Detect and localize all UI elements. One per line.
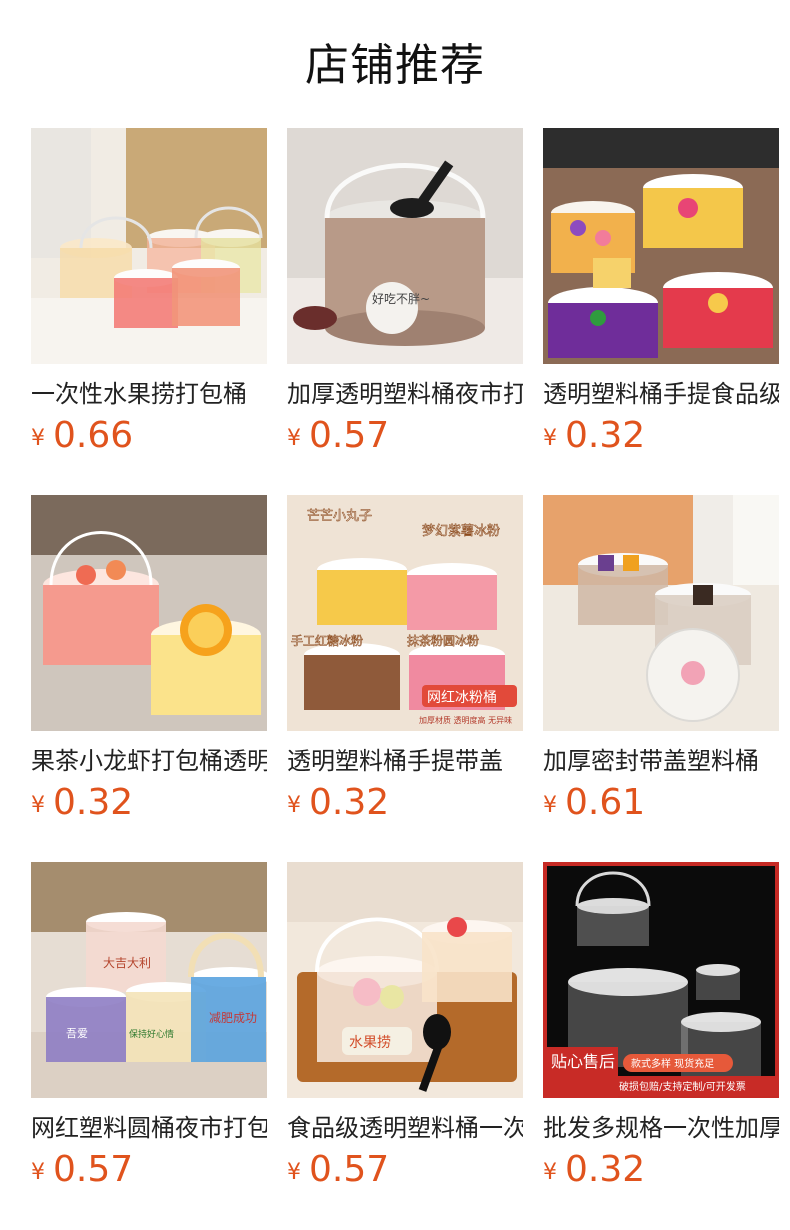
product-name[interactable]: 食品级透明塑料桶一次性: [287, 1110, 523, 1146]
price-value: 0.57: [53, 1149, 134, 1190]
promo-line: 款式多样 现货充足: [631, 1057, 714, 1070]
product-name[interactable]: 批发多规格一次性加厚: [543, 1110, 779, 1146]
product-image[interactable]: 水果捞: [287, 862, 523, 1098]
thumb-tag: 芒芒小丸子: [307, 508, 372, 524]
thumb-subtext: 加厚材质 透明度高 无异味: [419, 715, 512, 725]
currency-symbol: ¥: [287, 1160, 301, 1185]
product-price: ¥0.66: [31, 414, 133, 458]
currency-symbol: ¥: [543, 426, 557, 451]
product-name[interactable]: 加厚透明塑料桶夜市打包: [287, 376, 523, 412]
currency-symbol: ¥: [31, 426, 45, 451]
price-value: 0.66: [53, 415, 134, 456]
currency-symbol: ¥: [31, 793, 45, 818]
product-image[interactable]: 贴心售后 款式多样 现货充足 破损包赔/支持定制/可开发票: [543, 862, 779, 1098]
product-card[interactable]: 透明塑料桶手提食品级 ¥0.32: [543, 128, 779, 468]
product-name[interactable]: 网红塑料圆桶夜市打包: [31, 1110, 267, 1146]
product-price: ¥0.57: [287, 414, 389, 458]
price-value: 0.32: [565, 1149, 646, 1190]
cup-label: 减肥成功: [209, 1011, 257, 1025]
thumb-tag: 梦幻紫薯冰粉: [422, 524, 500, 539]
promo-line: 破损包赔/支持定制/可开发票: [619, 1080, 746, 1093]
product-image[interactable]: 芒芒小丸子 梦幻紫薯冰粉 手工红糖冰粉 抹茶粉圆冰粉 网红冰粉桶 加厚材质 透明…: [287, 495, 523, 731]
price-value: 0.57: [309, 415, 390, 456]
price-value: 0.32: [53, 782, 134, 823]
product-card[interactable]: 一次性水果捞打包桶 ¥0.66: [31, 128, 267, 468]
page-title: 店铺推荐: [305, 40, 485, 91]
product-name[interactable]: 果茶小龙虾打包桶透明: [31, 743, 267, 779]
cup-label: 保持好心情: [129, 1028, 174, 1040]
cup-label: 大吉大利: [103, 956, 151, 970]
product-card[interactable]: 好吃不胖~ 加厚透明塑料桶夜市打包 ¥0.57: [287, 128, 523, 468]
currency-symbol: ¥: [31, 1160, 45, 1185]
product-name[interactable]: 透明塑料桶手提食品级: [543, 376, 779, 412]
thumb-tag: 手工红糖冰粉: [291, 633, 363, 648]
product-name[interactable]: 透明塑料桶手提带盖: [287, 743, 523, 779]
currency-symbol: ¥: [287, 793, 301, 818]
cup-label: 水果捞: [349, 1035, 391, 1051]
price-value: 0.32: [309, 782, 390, 823]
product-price: ¥0.57: [287, 1148, 389, 1192]
product-name[interactable]: 一次性水果捞打包桶: [31, 376, 267, 412]
product-image[interactable]: [31, 128, 267, 364]
product-price: ¥0.32: [543, 1148, 645, 1192]
product-price: ¥0.61: [543, 781, 645, 825]
thumb-banner: 网红冰粉桶: [427, 690, 497, 706]
product-card[interactable]: 果茶小龙虾打包桶透明 ¥0.32: [31, 495, 267, 835]
price-value: 0.61: [565, 782, 646, 823]
product-price: ¥0.32: [287, 781, 389, 825]
currency-symbol: ¥: [543, 793, 557, 818]
product-price: ¥0.57: [31, 1148, 133, 1192]
price-value: 0.32: [565, 415, 646, 456]
product-price: ¥0.32: [31, 781, 133, 825]
product-image[interactable]: 大吉大利 保持好心情 减肥成功 吾爱: [31, 862, 267, 1098]
product-image[interactable]: [543, 495, 779, 731]
product-card[interactable]: 大吉大利 保持好心情 减肥成功 吾爱 网红塑料圆桶夜市打包 ¥0.57: [31, 862, 267, 1202]
product-card[interactable]: 贴心售后 款式多样 现货充足 破损包赔/支持定制/可开发票 批发多规格一次性加厚…: [543, 862, 779, 1202]
product-image[interactable]: [543, 128, 779, 364]
cup-label: 吾爱: [66, 1027, 88, 1040]
currency-symbol: ¥: [287, 426, 301, 451]
product-card[interactable]: 加厚密封带盖塑料桶 ¥0.61: [543, 495, 779, 835]
product-card[interactable]: 芒芒小丸子 梦幻紫薯冰粉 手工红糖冰粉 抹茶粉圆冰粉 网红冰粉桶 加厚材质 透明…: [287, 495, 523, 835]
sticker-label: 好吃不胖~: [372, 292, 430, 306]
product-image[interactable]: 好吃不胖~: [287, 128, 523, 364]
product-image[interactable]: [31, 495, 267, 731]
product-price: ¥0.32: [543, 414, 645, 458]
price-value: 0.57: [309, 1149, 390, 1190]
product-card[interactable]: 水果捞 食品级透明塑料桶一次性 ¥0.57: [287, 862, 523, 1202]
currency-symbol: ¥: [543, 1160, 557, 1185]
thumb-tag: 抹茶粉圆冰粉: [407, 633, 479, 648]
product-name[interactable]: 加厚密封带盖塑料桶: [543, 743, 779, 779]
badge-label: 贴心售后: [551, 1052, 615, 1071]
